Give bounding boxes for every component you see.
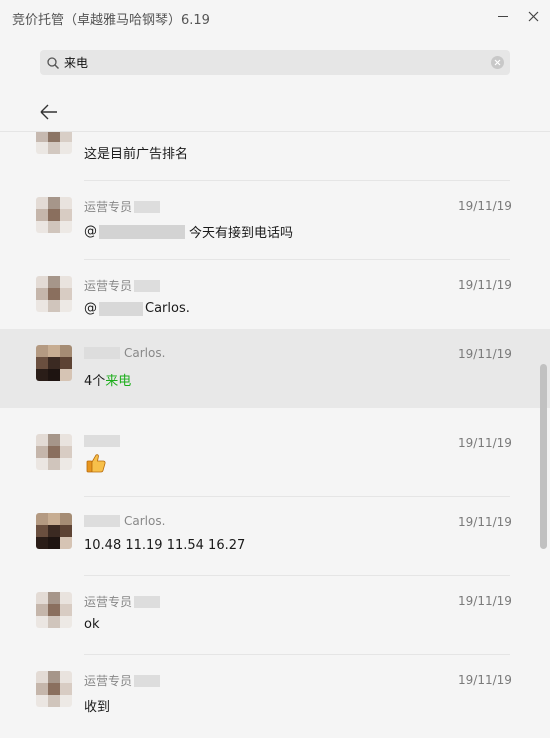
message-text: ok	[84, 617, 100, 632]
title-bar: 竞价托管（卓越雅马哈钢琴）6.19	[0, 0, 550, 36]
sender-name: Carlos.	[84, 514, 165, 528]
message-text: 4个 来电	[84, 370, 131, 389]
search-input[interactable]	[64, 50, 484, 75]
message-item[interactable]: 运营专员 19/11/19 收到	[0, 655, 540, 734]
avatar	[36, 345, 72, 381]
avatar	[36, 671, 72, 707]
clear-icon	[494, 59, 501, 66]
sender-name: Carlos.	[84, 346, 165, 360]
message-item[interactable]: 这是目前广告排名	[0, 132, 540, 181]
thumbs-up-icon	[86, 454, 106, 473]
sender-name-text: Carlos.	[124, 514, 166, 528]
message-item-selected[interactable]: Carlos. 19/11/19 4个 来电	[0, 329, 550, 408]
blurred-name	[134, 200, 161, 213]
blurred-name	[134, 674, 161, 687]
sender-name-text: Carlos.	[124, 346, 166, 360]
sender-name: 运营专员	[84, 672, 161, 689]
back-button[interactable]	[38, 101, 60, 123]
message-text: 这是目前广告排名	[84, 147, 189, 162]
minimize-button[interactable]	[491, 6, 515, 26]
message-time: 19/11/19	[458, 594, 512, 608]
arrow-left-icon	[40, 104, 57, 120]
message-item[interactable]: 运营专员 19/11/19 ok	[0, 576, 540, 655]
blurred-name	[134, 595, 161, 608]
message-time: 19/11/19	[458, 436, 512, 450]
blurred-mention	[99, 301, 143, 316]
message-item[interactable]: 19/11/19	[0, 418, 540, 497]
blurred-name	[84, 515, 120, 527]
avatar	[36, 276, 72, 312]
minimize-icon	[498, 15, 508, 17]
sender-name: 运营专员	[84, 593, 161, 610]
message-text: @ Carlos.	[84, 301, 190, 316]
sender-name: 运营专员	[84, 277, 161, 294]
message-time: 19/11/19	[458, 673, 512, 687]
sender-name	[84, 435, 120, 447]
mention-prefix: @	[84, 301, 97, 316]
sender-name-text: 运营专员	[84, 595, 133, 609]
message-body: 今天有接到电话吗	[189, 226, 294, 241]
message-time: 19/11/19	[458, 515, 512, 529]
avatar	[36, 434, 72, 470]
message-time: 19/11/19	[458, 199, 512, 213]
avatar	[36, 592, 72, 628]
message-time: 19/11/19	[458, 278, 512, 292]
blurred-name	[84, 347, 120, 359]
clear-search-button[interactable]	[491, 56, 504, 69]
message-text: 收到	[84, 700, 111, 715]
avatar	[36, 197, 72, 233]
scrollbar-thumb[interactable]	[540, 364, 547, 549]
avatar	[36, 132, 72, 154]
sender-name-text: 运营专员	[84, 200, 133, 214]
blurred-name	[84, 435, 120, 447]
search-box	[40, 50, 510, 75]
message-list[interactable]: 这是目前广告排名 运营专员 19/11/19 @ 今天有接到电话吗 运营专员 1…	[0, 132, 550, 738]
message-text	[84, 451, 108, 475]
avatar	[36, 513, 72, 549]
mention-prefix: @	[84, 224, 97, 239]
message-time: 19/11/19	[458, 347, 512, 361]
sender-name-text: 运营专员	[84, 674, 133, 688]
sender-name-text: 运营专员	[84, 279, 133, 293]
message-item[interactable]: 运营专员 19/11/19 @ 今天有接到电话吗	[0, 181, 540, 260]
message-body: Carlos.	[145, 301, 190, 316]
message-item[interactable]: 运营专员 19/11/19 @ Carlos.	[0, 260, 540, 339]
blurred-mention	[99, 224, 185, 239]
message-text: 10.48 11.19 11.54 16.27	[84, 538, 246, 553]
blurred-name	[134, 279, 161, 292]
close-button[interactable]	[521, 6, 545, 26]
sender-name: 运营专员	[84, 198, 161, 215]
search-icon	[47, 57, 59, 69]
window-title: 竞价托管（卓越雅马哈钢琴）6.19	[12, 13, 210, 28]
message-body: 4个	[84, 374, 106, 389]
message-item[interactable]: Carlos. 19/11/19 10.48 11.19 11.54 16.27	[0, 497, 540, 576]
search-highlight: 来电	[105, 374, 132, 389]
message-text: @ 今天有接到电话吗	[84, 222, 293, 241]
close-icon	[528, 11, 538, 21]
